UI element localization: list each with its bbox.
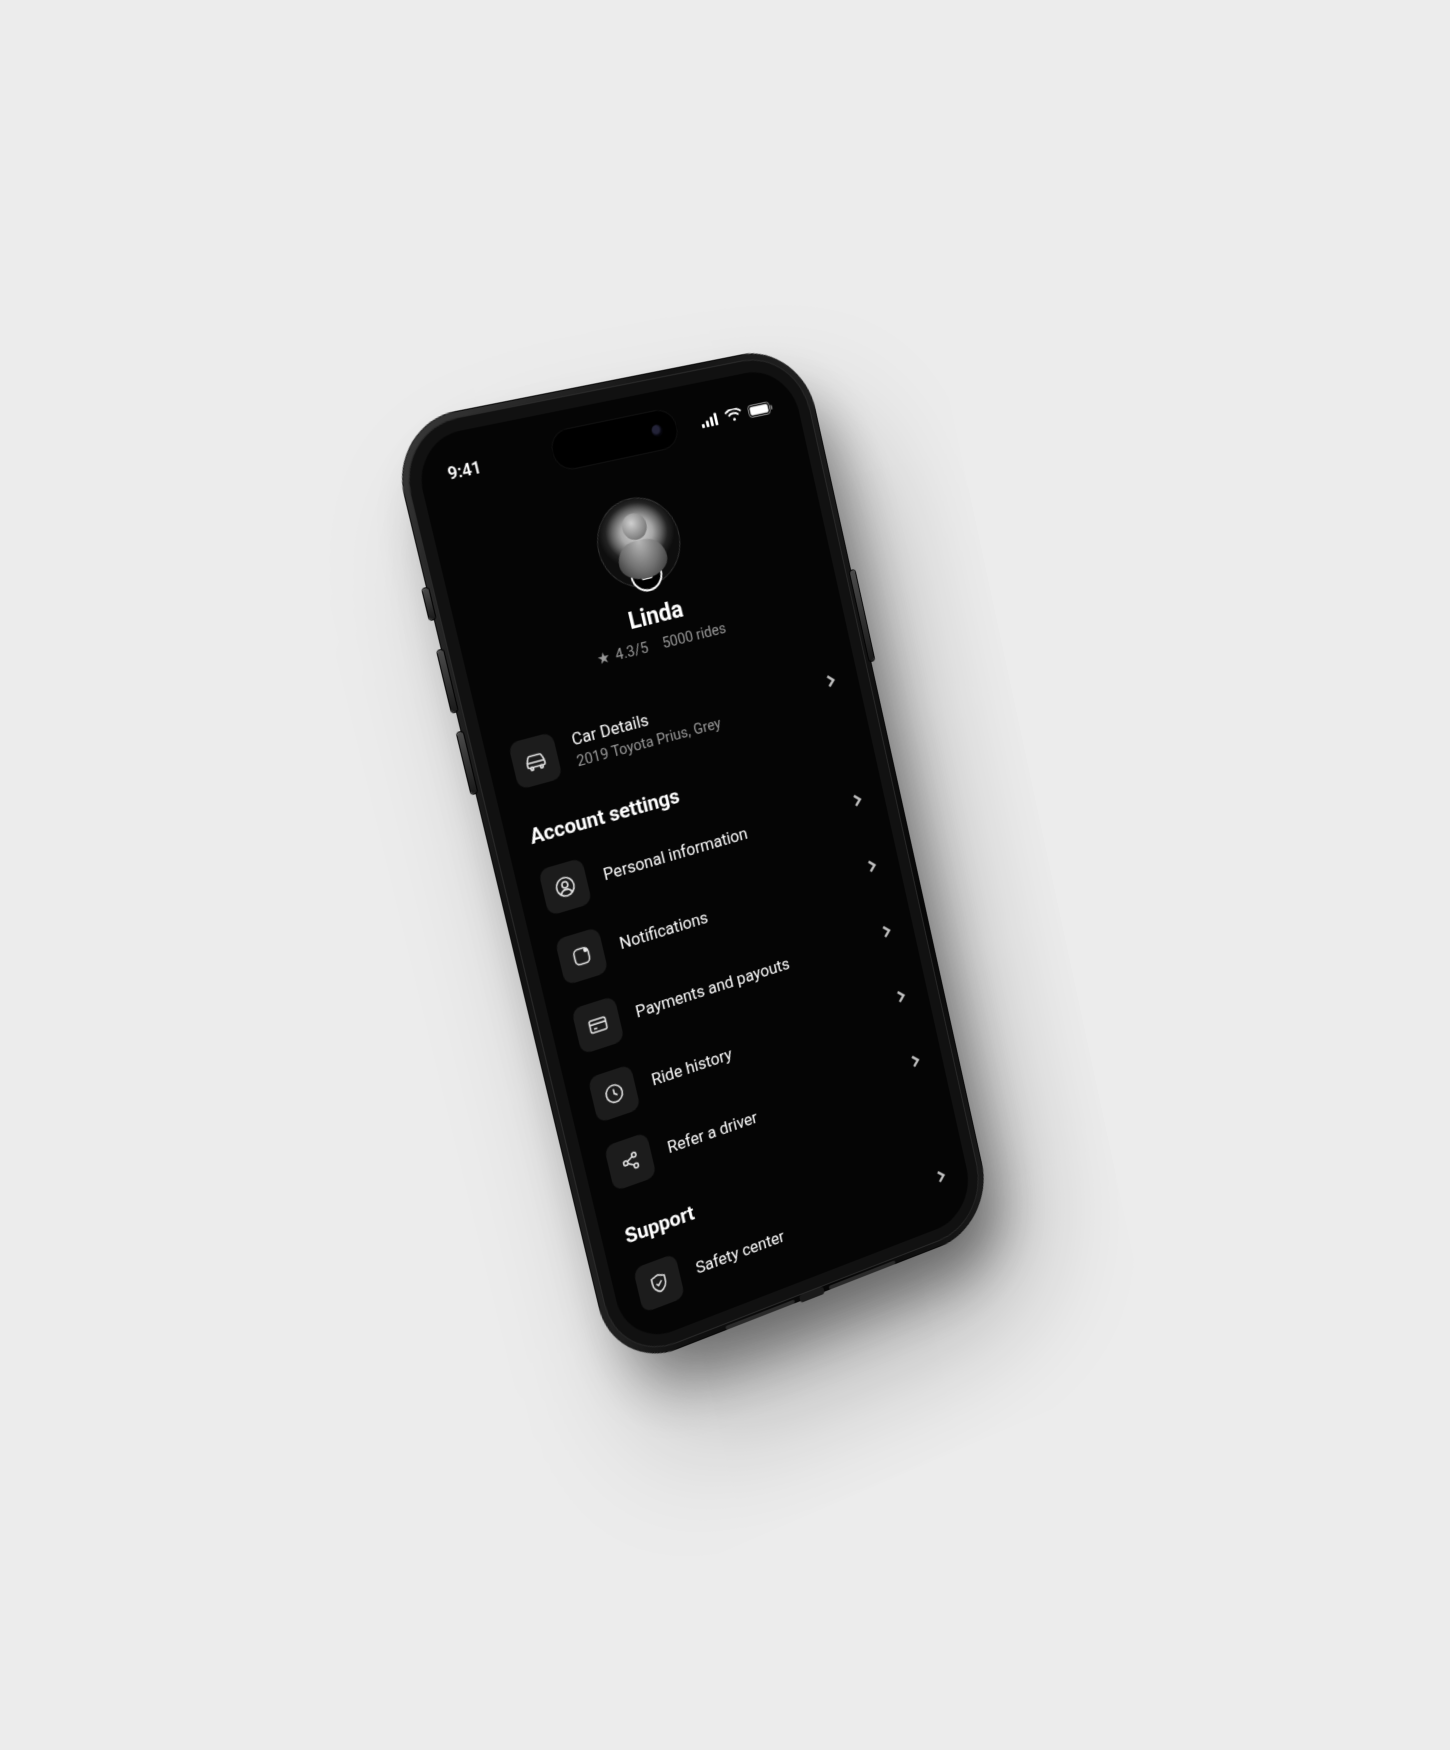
avatar[interactable] (589, 491, 688, 595)
power-button (850, 570, 875, 661)
chevron-right-icon (864, 856, 880, 877)
profile-name: Linda (625, 594, 685, 635)
car-details-row[interactable]: Car Details 2019 Toyota Prius, Grey (505, 647, 844, 802)
mute-switch (422, 588, 435, 620)
share-icon (604, 1132, 657, 1191)
car-icon (508, 732, 563, 790)
profile-rating: 4.3/5 (613, 638, 650, 664)
profile-rides: 5000 rides (660, 619, 727, 653)
clock-icon (588, 1064, 641, 1123)
shield-check-icon (633, 1253, 685, 1313)
notification-icon (555, 927, 609, 986)
battery-icon (747, 400, 774, 418)
volume-down-button (457, 732, 478, 795)
chevron-right-icon (823, 671, 839, 692)
volume-up-button (437, 650, 458, 713)
card-icon (571, 996, 625, 1055)
chevron-right-icon (879, 921, 895, 942)
camera-icon[interactable] (627, 554, 666, 595)
phone-frame: 9:41 (396, 351, 989, 1365)
chevron-right-icon (934, 1166, 949, 1188)
wifi-icon (724, 406, 744, 422)
screen: 9:41 (411, 364, 977, 1348)
chevron-right-icon (908, 1051, 923, 1073)
star-icon: ★ (595, 648, 612, 669)
dynamic-island (547, 407, 681, 473)
person-icon (538, 858, 592, 916)
chevron-right-icon (850, 790, 866, 811)
cellular-icon (700, 411, 721, 428)
chevron-right-icon (894, 986, 909, 1007)
status-time: 9:41 (446, 457, 484, 485)
profile-stats: ★ 4.3/5 5000 rides (595, 619, 727, 669)
